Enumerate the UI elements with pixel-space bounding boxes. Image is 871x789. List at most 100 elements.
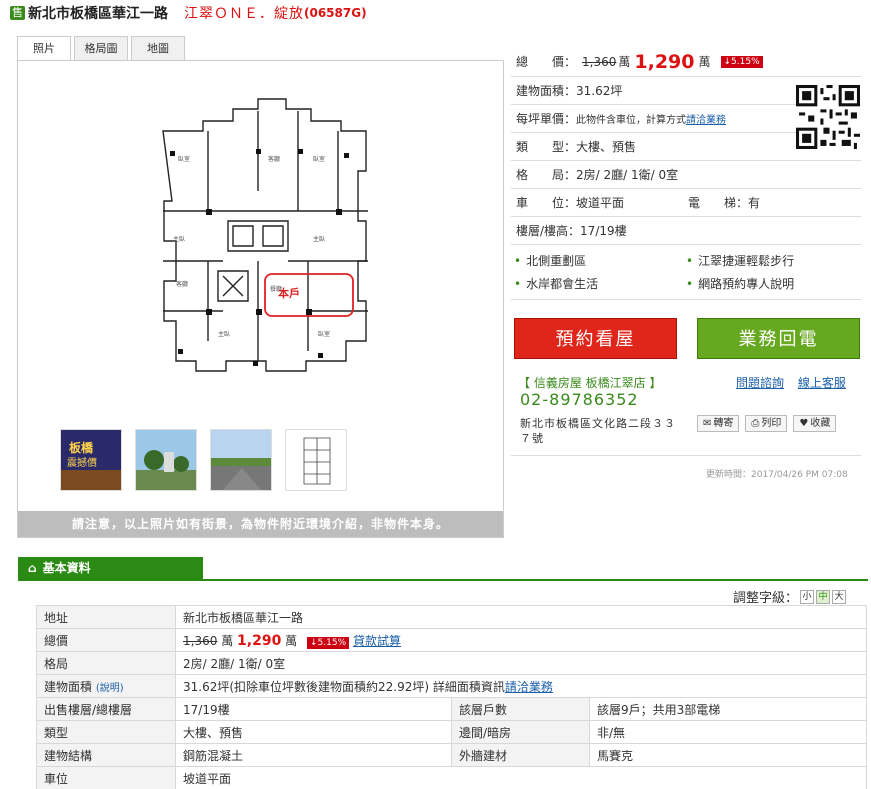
row-key: 車位 xyxy=(36,766,176,789)
section-divider xyxy=(18,579,868,581)
area-value: 31.62坪 xyxy=(576,84,623,98)
font-size-label: 調整字級： xyxy=(733,591,799,606)
online-service-link[interactable]: 線上客服 xyxy=(798,376,846,390)
tab-photos[interactable]: 照片 xyxy=(17,36,71,62)
row-key: 格局 xyxy=(36,651,176,675)
photo-thumbnails: 板橋 震撼價 xyxy=(60,429,347,491)
row-value: 大樓、預售 xyxy=(175,720,452,744)
thumbnail-1[interactable]: 板橋 震撼價 xyxy=(60,429,122,491)
feature-item: 江翠捷運輕鬆步行 xyxy=(686,252,794,269)
help-links: 問題諮詢 線上客服 xyxy=(736,374,856,391)
table-row: 類型 大樓、預售 邊間/暗房 非/無 xyxy=(36,720,867,744)
loan-calculator-link[interactable]: 貸款試算 xyxy=(353,634,401,648)
table-price-unit: 萬 xyxy=(221,633,234,648)
layout-label: 格 局： xyxy=(516,168,577,182)
row-key: 總價 xyxy=(36,628,176,652)
listing-title: 售 新北市板橋區華江一路 江翠ＯＮＥ．綻放 (06587G) xyxy=(10,4,367,22)
svg-text:客廳: 客廳 xyxy=(176,280,188,288)
table-row: 地址 新北市板橋區華江一路 xyxy=(36,605,867,629)
row-key: 邊間/暗房 xyxy=(451,720,590,744)
type-value: 大樓、預售 xyxy=(576,140,637,154)
table-price-drop: ↓5.15% xyxy=(307,636,350,649)
feature-list: 北側重劃區 江翠捷運輕鬆步行 水岸都會生活 網路預約專人說明 xyxy=(511,246,861,300)
area-detail: 31.62坪(扣除車位坪數後建物面積約22.92坪) 詳細面積資訊 xyxy=(183,679,505,694)
agent-callback-button[interactable]: 業務回電 xyxy=(697,318,860,359)
price-unit: 萬 xyxy=(618,55,631,69)
forward-button[interactable]: ✉ 轉寄 xyxy=(697,415,740,432)
floor-label: 樓層/樓高： xyxy=(516,224,581,238)
feature-item: 水岸都會生活 xyxy=(514,275,598,292)
basic-info-header: ⌂ 基本資料 xyxy=(18,557,203,579)
price-original: 1,360 xyxy=(582,54,617,69)
unit-marker: 本戶 xyxy=(278,286,300,300)
svg-text:臥室: 臥室 xyxy=(178,155,190,163)
table-row: 總價 1,360 萬 1,290 萬 ↓5.15% 貸款試算 xyxy=(36,628,867,652)
floor-row: 樓層/樓高： 17/19樓 xyxy=(511,217,861,245)
table-row: 建物面積 (說明) 31.62坪(扣除車位坪數後建物面積約22.92坪) 詳細面… xyxy=(36,674,867,698)
svg-text:臥室: 臥室 xyxy=(313,155,325,163)
contact-agent-link[interactable]: 請洽業務 xyxy=(686,111,726,126)
svg-text:客廳: 客廳 xyxy=(268,155,280,163)
row-value: 31.62坪(扣除車位坪數後建物面積約22.92坪) 詳細面積資訊請洽業務 xyxy=(175,674,867,698)
book-viewing-button[interactable]: 預約看屋 xyxy=(514,318,677,359)
thumbnail-3[interactable] xyxy=(210,429,272,491)
parking-value: 坡道平面 xyxy=(576,196,625,210)
listing-info-panel: 總 價： 1,360 萬 1,290 萬 ↓5.15% 建物面積： 31.62坪… xyxy=(511,47,861,245)
parking-label: 車 位： xyxy=(516,196,577,210)
heart-icon: ♥ xyxy=(799,418,809,429)
price-drop-badge: ↓5.15% xyxy=(720,55,763,68)
favorite-button[interactable]: ♥ 收藏 xyxy=(793,415,837,432)
layout-row: 格 局： 2房/ 2廳/ 1衛/ 0室 xyxy=(511,161,861,189)
agent-store[interactable]: 【 信義房屋 板橋江翠店 】 xyxy=(518,374,661,391)
divider xyxy=(511,455,861,456)
table-price-current: 1,290 xyxy=(237,632,282,649)
tab-floorplan[interactable]: 格局圖 xyxy=(74,36,128,60)
row-value: 2房/ 2廳/ 1衛/ 0室 xyxy=(175,651,867,675)
row-value: 馬賽克 xyxy=(589,743,867,767)
photo-viewer: 臥室 客廳 臥室 主臥 主臥 客廳 餐廳 主臥 臥室 本戶 板橋 震撼價 請注意，以上照片如有… xyxy=(17,60,504,538)
mail-icon: ✉ xyxy=(703,418,712,429)
row-value: 鋼筋混凝土 xyxy=(175,743,452,767)
row-key: 建物結構 xyxy=(36,743,176,767)
svg-text:板橋: 板橋 xyxy=(69,440,94,455)
table-price-unit-2: 萬 xyxy=(285,633,298,648)
row-value: 非/無 xyxy=(589,720,867,744)
font-size-small-button[interactable]: 小 xyxy=(800,589,815,604)
unit-price-note: 此物件含車位，計算方式 xyxy=(576,115,687,126)
floorplan-image[interactable]: 臥室 客廳 臥室 主臥 主臥客廳 餐廳主臥 臥室 本戶 xyxy=(148,91,383,411)
row-key: 該層戶數 xyxy=(451,697,590,721)
favorite-label: 收藏 xyxy=(810,418,831,429)
row-value: 17/19樓 xyxy=(175,697,452,721)
row-value: 坡道平面 xyxy=(175,766,867,789)
area-contact-link[interactable]: 請洽業務 xyxy=(505,680,553,694)
font-size-large-button[interactable]: 大 xyxy=(832,589,847,604)
svg-text:主臥: 主臥 xyxy=(173,235,185,243)
qr-code xyxy=(796,85,860,149)
question-link[interactable]: 問題諮詢 xyxy=(736,376,784,390)
update-time: 更新時間：2017/04/26 PM 07:08 xyxy=(706,470,848,480)
feature-item: 網路預約專人說明 xyxy=(686,275,794,292)
agent-phone: 02-89786352 xyxy=(520,390,639,409)
table-row: 建物結構 鋼筋混凝土 外牆建材 馬賽克 xyxy=(36,743,867,767)
table-row: 格局 2房/ 2廳/ 1衛/ 0室 xyxy=(36,651,867,675)
font-size-medium-button[interactable]: 中 xyxy=(816,589,831,604)
row-key: 地址 xyxy=(36,605,176,629)
svg-text:主臥: 主臥 xyxy=(218,330,230,338)
thumbnail-4[interactable] xyxy=(285,429,347,491)
price-unit-2: 萬 xyxy=(698,55,711,69)
print-button[interactable]: ⎙ 列印 xyxy=(745,415,788,432)
elevator-value: 有 xyxy=(748,196,761,210)
price-row: 總 價： 1,360 萬 1,290 萬 ↓5.15% xyxy=(511,47,861,77)
font-size-control: 調整字級： 小 中 大 xyxy=(733,587,847,606)
thumbnail-2[interactable] xyxy=(135,429,197,491)
print-label: 列印 xyxy=(761,418,782,429)
price-current: 1,290 xyxy=(634,50,695,73)
area-explanation-link[interactable]: (說明) xyxy=(96,683,124,694)
home-icon: ⌂ xyxy=(28,561,37,575)
unit-price-label: 每坪單價： xyxy=(516,112,577,126)
row-key: 類型 xyxy=(36,720,176,744)
title-address: 新北市板橋區華江一路 xyxy=(28,6,168,22)
row-value: 新北市板橋區華江一路 xyxy=(175,605,867,629)
price-label: 總 價： xyxy=(516,55,577,69)
tab-map[interactable]: 地圖 xyxy=(131,36,185,60)
